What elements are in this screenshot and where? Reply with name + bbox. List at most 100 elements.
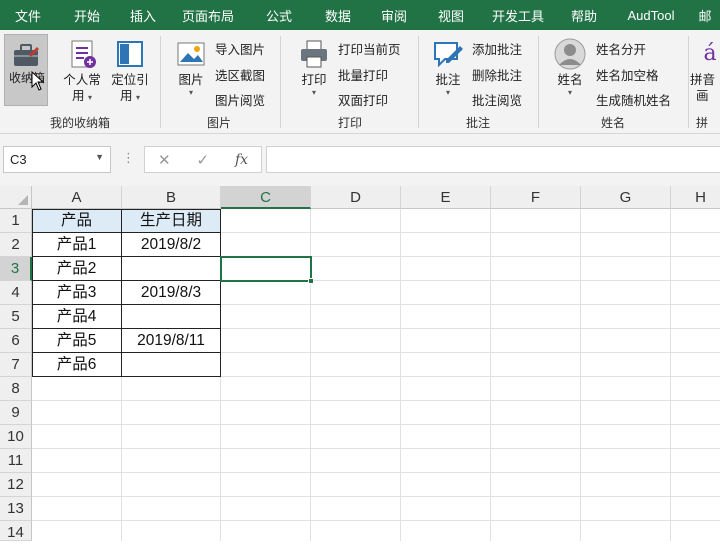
- pinyin-button[interactable]: á 拼音 画: [690, 38, 720, 104]
- row-header-1[interactable]: 1: [0, 209, 32, 233]
- gridline: [32, 472, 720, 473]
- selected-cell-c3[interactable]: [220, 256, 314, 284]
- name-add-space-button[interactable]: 姓名加空格: [596, 65, 659, 84]
- chevron-down-icon[interactable]: ▼: [95, 152, 104, 162]
- column-header-d[interactable]: D: [311, 186, 401, 209]
- region-screenshot-button[interactable]: 选区截图: [215, 65, 265, 84]
- row-header-9[interactable]: 9: [0, 401, 32, 425]
- group-comment: 批注 ▾ 添加批注 删除批注 批注阅览 批注: [420, 30, 536, 134]
- cell-a4[interactable]: 产品3: [32, 281, 121, 305]
- cell-a1[interactable]: 产品: [32, 209, 121, 233]
- more-options-icon[interactable]: ⋮: [122, 150, 135, 166]
- picture-button[interactable]: 图片 ▾: [169, 38, 213, 98]
- tab-view[interactable]: 视图: [422, 6, 480, 25]
- column-header-e[interactable]: E: [401, 186, 491, 209]
- name-box-value: C3: [10, 152, 27, 167]
- cell-a3[interactable]: 产品2: [32, 257, 121, 281]
- pinyin-label-2: 画: [696, 89, 709, 103]
- locate-reference-label-2: 用: [119, 89, 133, 103]
- tab-data[interactable]: 数据: [310, 6, 366, 25]
- row-header-10[interactable]: 10: [0, 425, 32, 449]
- tab-insert[interactable]: 插入: [118, 6, 168, 25]
- gridline: [32, 520, 720, 521]
- cancel-icon[interactable]: ✕: [158, 151, 171, 169]
- split-name-label: 姓名分开: [596, 43, 647, 57]
- insert-function-icon[interactable]: fx: [235, 152, 248, 168]
- column-header-g[interactable]: G: [581, 186, 671, 209]
- tab-mail[interactable]: 邮: [690, 6, 720, 25]
- toolbox-icon: [11, 41, 41, 69]
- cell-b3[interactable]: [122, 257, 220, 281]
- split-name-button[interactable]: 姓名分开: [596, 39, 646, 58]
- cell-b2[interactable]: 2019/8/2: [122, 233, 220, 257]
- cell-a7[interactable]: 产品6: [32, 353, 121, 377]
- print-current-page-button[interactable]: 打印当前页: [338, 39, 401, 58]
- tab-formulas[interactable]: 公式: [248, 6, 310, 25]
- tab-page-layout[interactable]: 页面布局: [168, 6, 248, 25]
- row-header-4[interactable]: 4: [0, 281, 32, 305]
- picture-browse-button[interactable]: 图片阅览: [215, 90, 265, 109]
- column-header-h[interactable]: H: [671, 186, 720, 209]
- cell-b5[interactable]: [122, 305, 220, 329]
- column-header-a[interactable]: A: [32, 186, 122, 209]
- tab-help[interactable]: 帮助: [556, 6, 612, 25]
- column-header-c[interactable]: C: [221, 186, 311, 209]
- personal-common-label: 个人常: [63, 73, 101, 87]
- cell-b1[interactable]: 生产日期: [122, 209, 220, 233]
- batch-print-button[interactable]: 批量打印: [338, 65, 388, 84]
- printer-icon: [298, 38, 330, 70]
- fill-handle[interactable]: [308, 278, 314, 284]
- locate-reference-label: 定位引: [111, 73, 149, 87]
- import-picture-button[interactable]: 导入图片: [215, 39, 265, 58]
- personal-common-button[interactable]: 个人常 用 ▾: [58, 38, 106, 104]
- random-name-button[interactable]: 生成随机姓名: [596, 90, 671, 109]
- add-comment-button[interactable]: 添加批注: [472, 39, 522, 58]
- cell-b4[interactable]: 2019/8/3: [122, 281, 220, 305]
- group-separator: [280, 36, 281, 128]
- duplex-print-label: 双面打印: [338, 94, 389, 108]
- storage-box-button[interactable]: 收纳箱: [4, 34, 48, 106]
- name-add-space-label: 姓名加空格: [596, 69, 659, 83]
- select-all-button[interactable]: [0, 186, 32, 209]
- row-header-5[interactable]: 5: [0, 305, 32, 329]
- tab-developer[interactable]: 开发工具: [480, 6, 556, 25]
- group-picture-label: 图片: [206, 116, 231, 130]
- enter-icon[interactable]: ✓: [196, 151, 209, 169]
- name-box[interactable]: C3 ▼: [3, 146, 111, 173]
- delete-comment-button[interactable]: 删除批注: [472, 65, 522, 84]
- column-header-b[interactable]: B: [122, 186, 221, 209]
- group-storage: 收纳箱 个人常 用 ▾ 定位引 用 ▾ 我的收纳箱: [0, 30, 160, 134]
- chevron-down-icon: ▾: [567, 88, 572, 97]
- pinyin-icon: á: [703, 41, 717, 66]
- comment-browse-button[interactable]: 批注阅览: [472, 90, 522, 109]
- column-header-f[interactable]: F: [491, 186, 581, 209]
- comment-button[interactable]: 批注 ▾: [426, 38, 470, 98]
- row-header-3[interactable]: 3: [0, 257, 32, 281]
- row-header-12[interactable]: 12: [0, 473, 32, 497]
- row-header-6[interactable]: 6: [0, 329, 32, 353]
- tab-audtool[interactable]: AudTool: [612, 8, 690, 23]
- print-current-page-label: 打印当前页: [338, 43, 401, 57]
- name-button[interactable]: 姓名 ▾: [548, 38, 592, 98]
- tab-home[interactable]: 开始: [56, 6, 118, 25]
- row-header-14[interactable]: 14: [0, 521, 32, 541]
- row-header-8[interactable]: 8: [0, 377, 32, 401]
- tab-file[interactable]: 文件: [0, 6, 56, 25]
- row-header-7[interactable]: 7: [0, 353, 32, 377]
- row-header-13[interactable]: 13: [0, 497, 32, 521]
- locate-reference-button[interactable]: 定位引 用 ▾: [106, 38, 154, 104]
- cell-b7[interactable]: [122, 353, 220, 377]
- duplex-print-button[interactable]: 双面打印: [338, 90, 388, 109]
- tab-review[interactable]: 审阅: [366, 6, 422, 25]
- cell-b6[interactable]: 2019/8/11: [122, 329, 220, 353]
- cell-a5[interactable]: 产品4: [32, 305, 121, 329]
- row-header-11[interactable]: 11: [0, 449, 32, 473]
- row-header-2[interactable]: 2: [0, 233, 32, 257]
- print-button[interactable]: 打印 ▾: [292, 38, 336, 98]
- formula-bar: C3 ▼ ⋮ ✕ ✓ fx: [0, 134, 720, 186]
- cell-a2[interactable]: 产品1: [32, 233, 121, 257]
- formula-input[interactable]: [266, 146, 720, 173]
- cell-a6[interactable]: 产品5: [32, 329, 121, 353]
- random-name-label: 生成随机姓名: [596, 94, 672, 108]
- pinyin-label: 拼音: [690, 73, 716, 87]
